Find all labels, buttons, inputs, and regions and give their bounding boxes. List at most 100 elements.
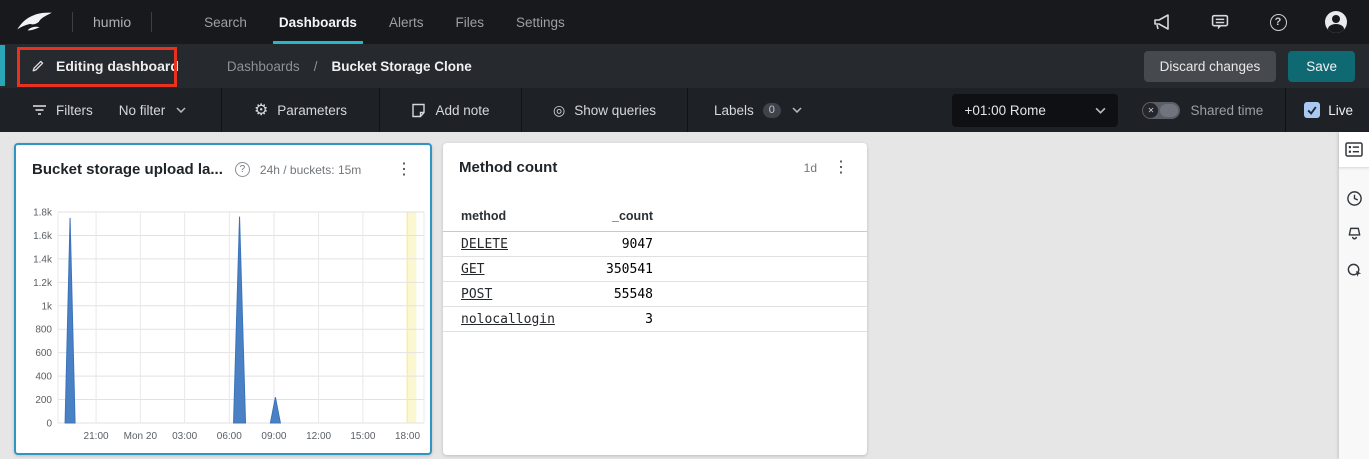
- labels-dropdown[interactable]: Labels 0: [714, 103, 802, 118]
- editing-mode-indicator: Editing dashboard: [0, 58, 205, 74]
- rail-widget-list-button[interactable]: [1339, 132, 1369, 168]
- show-queries-button[interactable]: ◎ Show queries: [553, 102, 656, 119]
- widget-method-count[interactable]: Method count 1d ⋮ method _count DELETE 9…: [443, 143, 867, 455]
- toggle-off-cross-icon: ✕: [1143, 103, 1158, 118]
- column-header-count: _count: [606, 209, 653, 223]
- gear-icon: ⚙: [254, 100, 268, 120]
- svg-text:0: 0: [46, 419, 52, 430]
- count-value: 9047: [606, 237, 653, 252]
- method-link[interactable]: POST: [461, 287, 606, 302]
- note-icon: [411, 103, 426, 118]
- svg-text:400: 400: [35, 372, 52, 383]
- svg-text:200: 200: [35, 395, 52, 406]
- svg-text:1k: 1k: [41, 301, 53, 312]
- method-link[interactable]: GET: [461, 262, 606, 277]
- save-button[interactable]: Save: [1288, 51, 1355, 82]
- shared-time-label: Shared time: [1190, 103, 1263, 118]
- widget-bucket-storage-upload-latency[interactable]: Bucket storage upload la... ? 24h / buck…: [14, 143, 432, 455]
- live-checkbox[interactable]: [1304, 102, 1320, 118]
- nav-item-files[interactable]: Files: [439, 0, 500, 44]
- nav-item-dashboards[interactable]: Dashboards: [263, 0, 373, 44]
- breadcrumb-current-dashboard: Bucket Storage Clone: [331, 59, 471, 74]
- widget-menu-kebab-icon[interactable]: ⋮: [394, 162, 414, 178]
- svg-text:06:00: 06:00: [217, 431, 242, 442]
- table-row: GET 350541: [443, 257, 867, 282]
- svg-text:1.4k: 1.4k: [33, 254, 53, 265]
- latency-area-chart: 1.8k1.6k1.4k1.2k1k800600400200021:00Mon …: [16, 193, 430, 445]
- eye-icon: ◎: [553, 102, 565, 119]
- svg-text:12:00: 12:00: [306, 431, 331, 442]
- table-row: POST 55548: [443, 282, 867, 307]
- divider: [151, 12, 152, 32]
- count-value: 55548: [606, 287, 653, 302]
- brand-label: humio: [93, 14, 131, 30]
- svg-text:03:00: 03:00: [172, 431, 197, 442]
- nav-item-settings[interactable]: Settings: [500, 0, 581, 44]
- count-value: 350541: [606, 262, 653, 277]
- widget-title: Bucket storage upload la...: [32, 161, 223, 178]
- filter-select-value: No filter: [119, 103, 166, 118]
- widget-menu-kebab-icon[interactable]: ⋮: [831, 160, 851, 176]
- rail-lamp-button[interactable]: [1339, 216, 1369, 252]
- search-pointer-icon: [1346, 262, 1363, 279]
- divider: [1285, 88, 1286, 132]
- svg-text:1.8k: 1.8k: [33, 208, 53, 219]
- add-note-label: Add note: [435, 103, 489, 118]
- svg-text:800: 800: [35, 325, 52, 336]
- crowdstrike-falcon-logo[interactable]: [16, 9, 60, 35]
- filter-icon: [32, 104, 47, 116]
- timezone-select[interactable]: +01:00 Rome: [952, 94, 1118, 127]
- column-header-method: method: [461, 209, 606, 223]
- shared-time-toggle[interactable]: ✕: [1142, 102, 1180, 119]
- feedback-chat-icon[interactable]: [1209, 11, 1231, 33]
- discard-changes-button[interactable]: Discard changes: [1144, 51, 1277, 82]
- chevron-down-icon: [176, 107, 186, 113]
- right-tool-rail: [1339, 132, 1369, 459]
- help-icon[interactable]: ?: [1267, 11, 1289, 33]
- widget-time-window: 1d: [804, 161, 817, 175]
- widget-time-window: 24h / buckets: 15m: [260, 163, 361, 177]
- lamp-icon: [1346, 226, 1363, 243]
- breadcrumb: Dashboards / Bucket Storage Clone: [227, 59, 472, 74]
- dashboard-canvas: Bucket storage upload la... ? 24h / buck…: [0, 132, 1369, 459]
- breadcrumb-separator: /: [314, 59, 318, 74]
- svg-text:1.6k: 1.6k: [33, 231, 53, 242]
- table-row: nolocallogin 3: [443, 307, 867, 332]
- clock-icon: [1346, 190, 1363, 207]
- widget-help-icon[interactable]: ?: [235, 162, 250, 177]
- check-icon: [1306, 104, 1318, 116]
- parameters-button[interactable]: ⚙ Parameters: [254, 100, 347, 120]
- filters-label: Filters: [56, 103, 93, 118]
- chevron-down-icon: [792, 107, 802, 113]
- falcon-icon: [16, 9, 54, 35]
- filters-button[interactable]: Filters: [32, 103, 93, 118]
- announcements-megaphone-icon[interactable]: [1151, 11, 1173, 33]
- filter-select[interactable]: No filter: [119, 103, 187, 118]
- user-avatar[interactable]: [1325, 11, 1347, 33]
- editing-mode-label: Editing dashboard: [56, 58, 179, 74]
- nav-item-search[interactable]: Search: [188, 0, 263, 44]
- nav-item-alerts[interactable]: Alerts: [373, 0, 440, 44]
- table-header-row: method _count: [443, 200, 867, 232]
- add-note-button[interactable]: Add note: [411, 103, 489, 118]
- pencil-icon: [30, 58, 46, 74]
- list-panel-icon: [1345, 142, 1363, 157]
- method-link[interactable]: DELETE: [461, 237, 606, 252]
- svg-text:15:00: 15:00: [350, 431, 375, 442]
- svg-text:09:00: 09:00: [261, 431, 286, 442]
- rail-search-select-button[interactable]: [1339, 252, 1369, 288]
- table-row: DELETE 9047: [443, 232, 867, 257]
- svg-text:Mon 20: Mon 20: [124, 431, 158, 442]
- svg-text:18:00: 18:00: [395, 431, 420, 442]
- labels-label: Labels: [714, 103, 754, 118]
- rail-time-button[interactable]: [1339, 180, 1369, 216]
- parameters-label: Parameters: [277, 103, 347, 118]
- method-link[interactable]: nolocallogin: [461, 312, 606, 327]
- breadcrumb-dashboards-link[interactable]: Dashboards: [227, 59, 300, 74]
- dashboard-edit-bar: Editing dashboard Dashboards / Bucket St…: [0, 44, 1369, 88]
- show-queries-label: Show queries: [574, 103, 656, 118]
- chevron-down-icon: [1095, 107, 1106, 114]
- divider: [72, 12, 73, 32]
- dashboard-toolbar: Filters No filter ⚙ Parameters Add note …: [0, 88, 1369, 132]
- method-count-table: method _count DELETE 9047 GET 350541 POS…: [443, 200, 867, 332]
